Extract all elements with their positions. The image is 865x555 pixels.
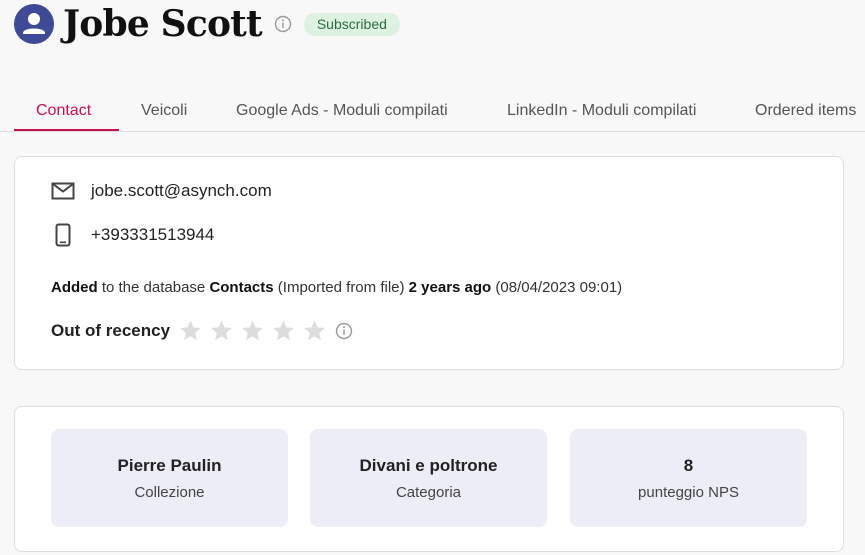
star-rating: [178, 319, 333, 343]
database-name: Contacts: [209, 279, 274, 296]
stat-tile-collezione: Pierre Paulin Collezione: [51, 429, 288, 527]
star-icon: [271, 319, 296, 343]
tab-bar: Contact Veicoli Google Ads - Moduli comp…: [0, 92, 865, 132]
added-relative-time: 2 years ago: [408, 279, 492, 296]
stat-value: Pierre Paulin: [117, 456, 222, 475]
star-icon: [209, 319, 234, 343]
user-avatar-icon: [14, 4, 54, 44]
stat-tile-nps: 8 punteggio NPS: [570, 429, 807, 527]
email-row: jobe.scott@asynch.com: [51, 181, 272, 201]
mail-icon: [51, 182, 75, 200]
phone-row: +393331513944: [51, 223, 214, 247]
mobile-phone-icon: [51, 223, 75, 247]
tab-linkedin[interactable]: LinkedIn - Moduli compilati: [507, 92, 696, 132]
stats-card: Pierre Paulin Collezione Divani e poltro…: [14, 406, 844, 552]
added-date: (08/04/2023 09:01): [491, 279, 623, 296]
contact-header: Jobe Scott Subscribed: [14, 4, 400, 44]
info-icon[interactable]: [274, 15, 292, 33]
phone-value[interactable]: +393331513944: [91, 225, 214, 245]
stat-label: punteggio NPS: [638, 484, 739, 501]
subscribed-badge: Subscribed: [303, 12, 400, 36]
contact-name: Jobe Scott: [63, 3, 263, 45]
stat-label: Collezione: [134, 484, 205, 501]
tab-contact[interactable]: Contact: [36, 92, 91, 132]
stat-value: 8: [683, 456, 694, 475]
tab-veicoli[interactable]: Veicoli: [141, 92, 187, 132]
recency-info-icon[interactable]: [335, 322, 353, 340]
recency-label: Out of recency: [51, 321, 171, 340]
tab-google-ads[interactable]: Google Ads - Moduli compilati: [236, 92, 448, 132]
stat-value: Divani e poltrone: [359, 456, 498, 475]
active-tab-indicator: [14, 129, 119, 131]
added-verb: Added: [51, 279, 98, 296]
star-icon: [240, 319, 265, 343]
added-info: Added to the database Contacts (Imported…: [51, 279, 622, 296]
contact-card: jobe.scott@asynch.com +393331513944 Adde…: [14, 156, 844, 370]
star-icon: [178, 319, 203, 343]
stat-tile-categoria: Divani e poltrone Categoria: [310, 429, 547, 527]
star-icon: [302, 319, 327, 343]
email-value[interactable]: jobe.scott@asynch.com: [91, 181, 272, 201]
added-text-1: to the database: [97, 279, 210, 296]
tab-ordered-items[interactable]: Ordered items: [755, 92, 856, 132]
added-text-2: (Imported from file): [273, 279, 409, 296]
recency-rating: Out of recency: [51, 319, 353, 343]
stat-label: Categoria: [395, 484, 462, 501]
